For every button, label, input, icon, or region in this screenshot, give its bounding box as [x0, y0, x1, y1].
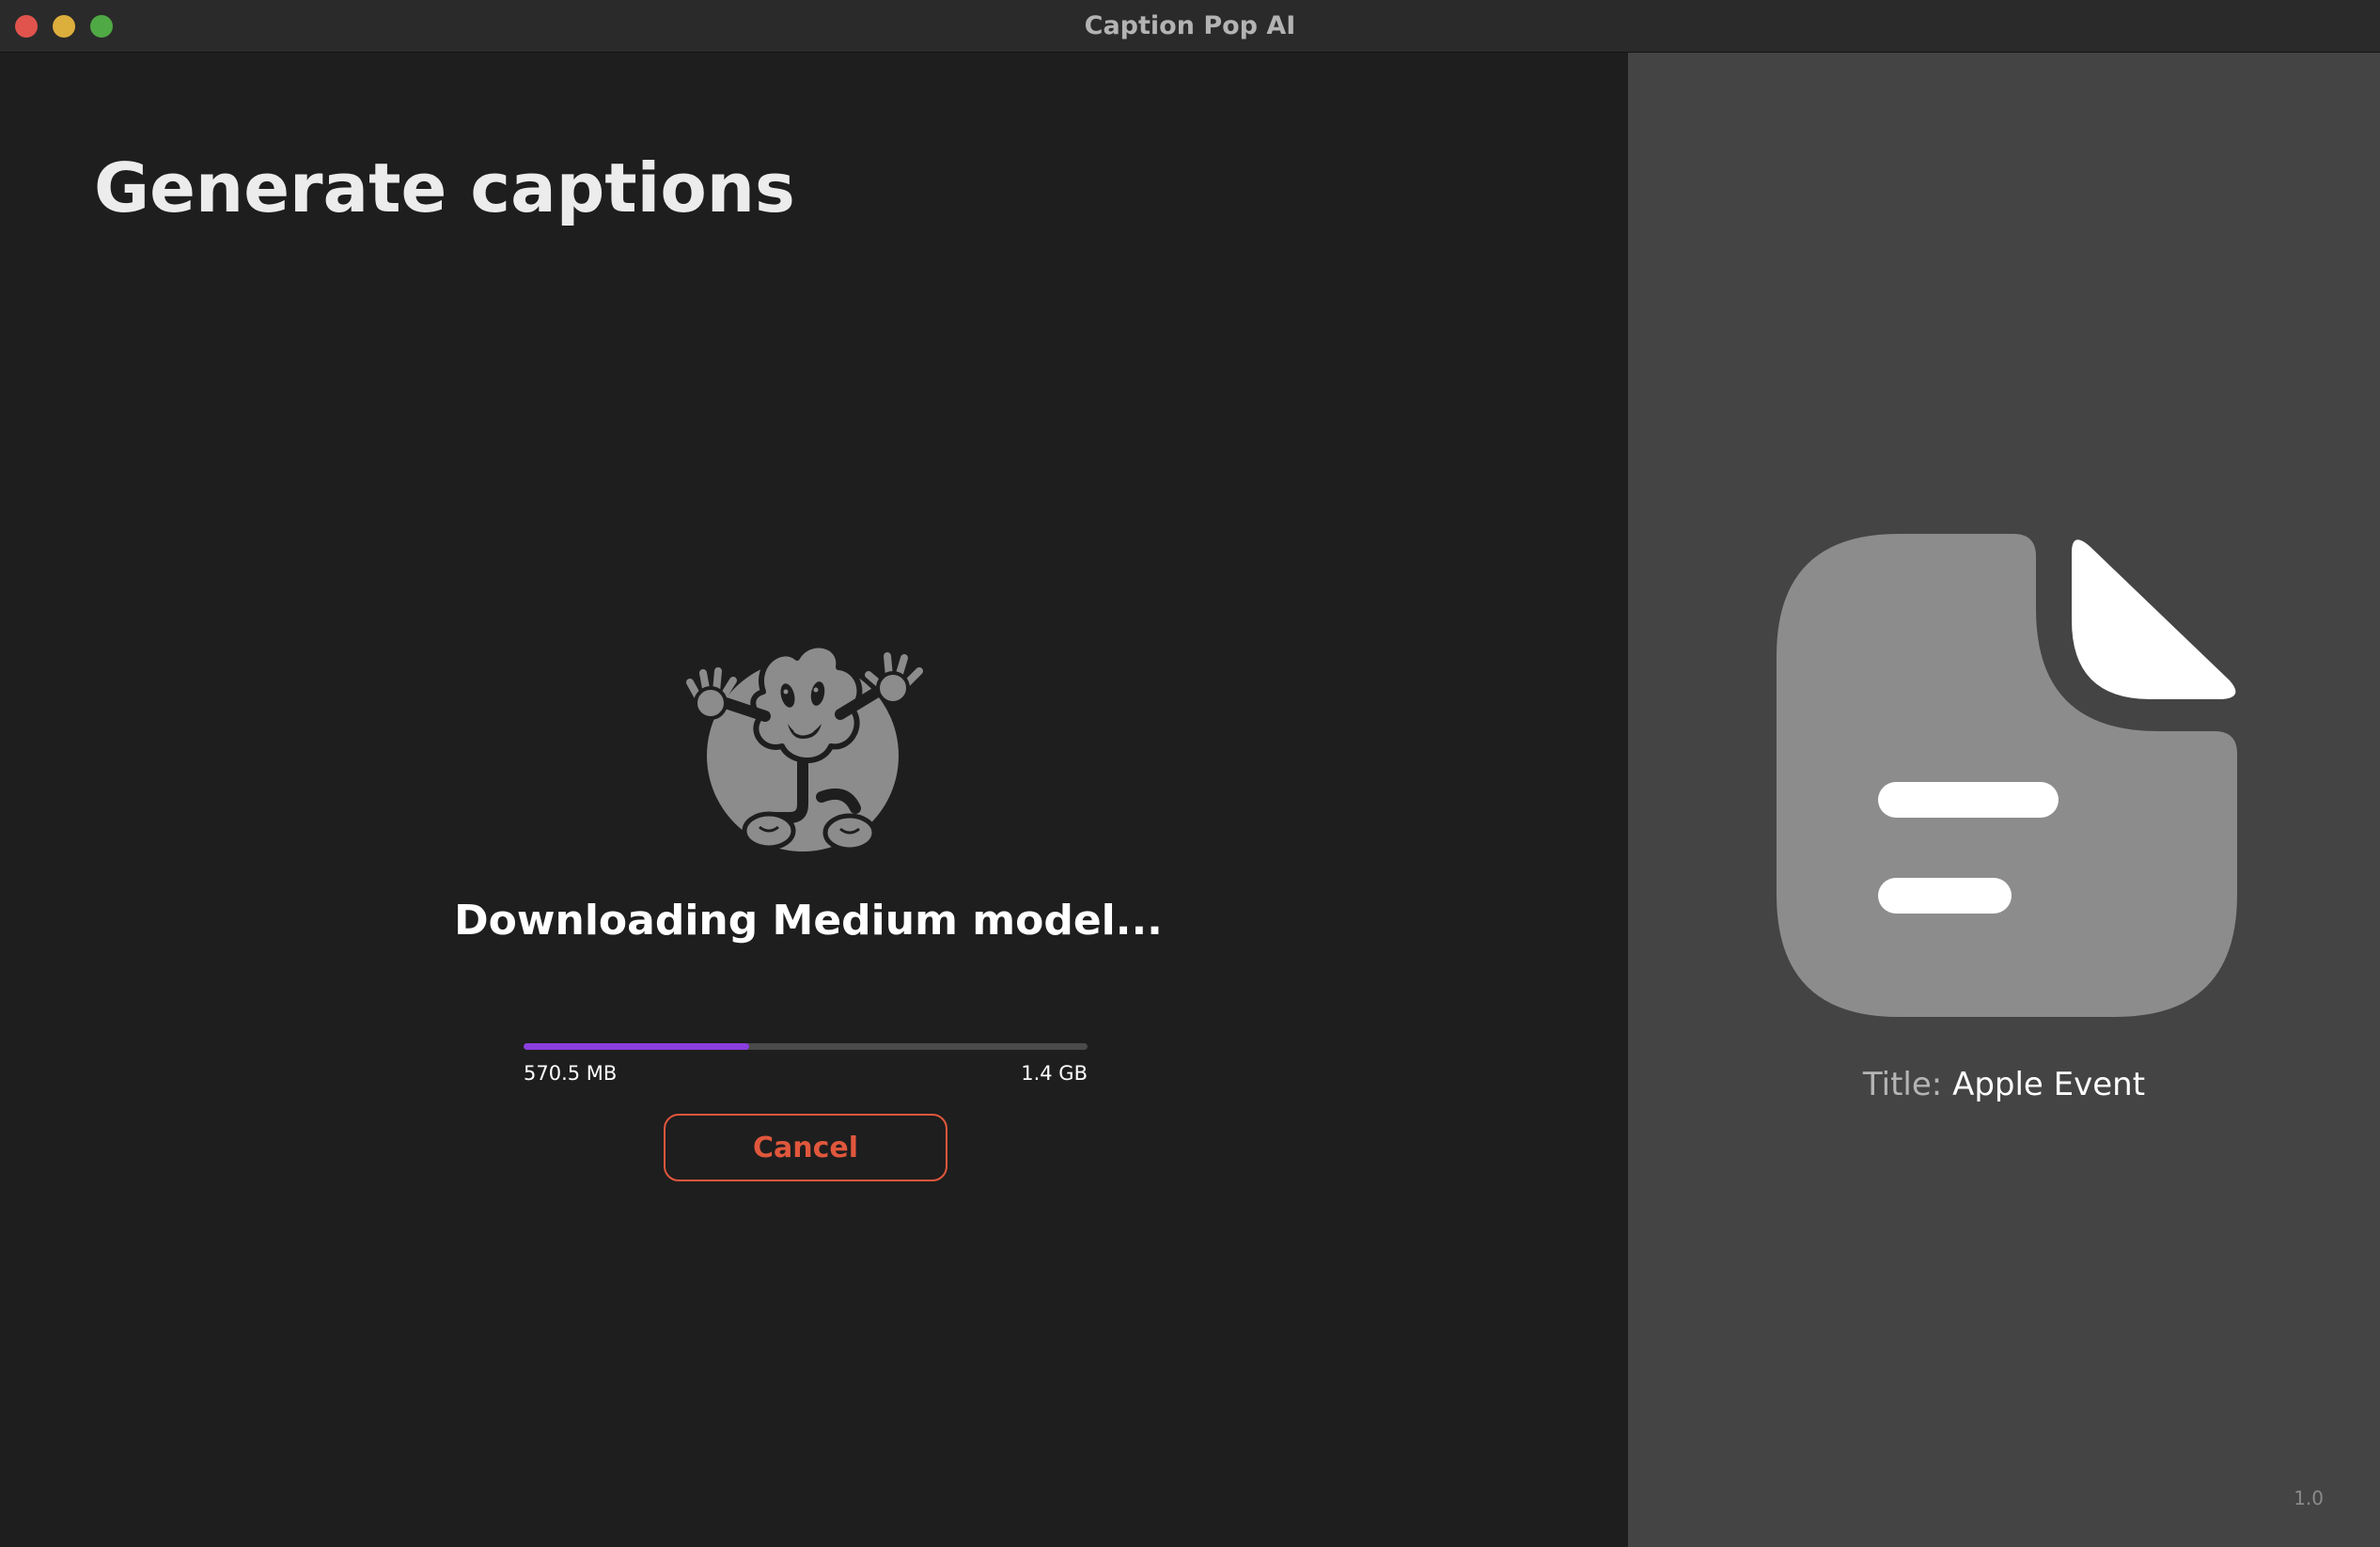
app-window: Caption Pop AI Generate captions Downloa… — [0, 0, 2380, 1547]
version-label: 1.0 — [2294, 1487, 2324, 1509]
page-title: Generate captions — [94, 148, 795, 227]
file-title-label: Title: — [1862, 1066, 1943, 1103]
main-panel: Generate captions Downloading Medium mod… — [0, 53, 1628, 1547]
file-preview-panel: Title: Apple Event 1.0 — [1628, 53, 2380, 1547]
download-progress-bar — [524, 1043, 1088, 1050]
download-progress-fill — [524, 1043, 749, 1050]
popcorn-mascot-icon — [686, 642, 923, 852]
total-size: 1.4 GB — [1021, 1062, 1088, 1085]
downloaded-size: 570.5 MB — [524, 1062, 618, 1085]
download-status: Downloading Medium model... — [454, 897, 1163, 945]
title-bar: Caption Pop AI — [0, 0, 2380, 53]
window-title: Caption Pop AI — [1084, 11, 1296, 40]
file-title: Title: Apple Event — [1628, 1066, 2380, 1103]
document-icon — [1777, 534, 2237, 1017]
file-title-value: Apple Event — [1952, 1066, 2146, 1103]
cancel-button[interactable]: Cancel — [664, 1114, 947, 1181]
